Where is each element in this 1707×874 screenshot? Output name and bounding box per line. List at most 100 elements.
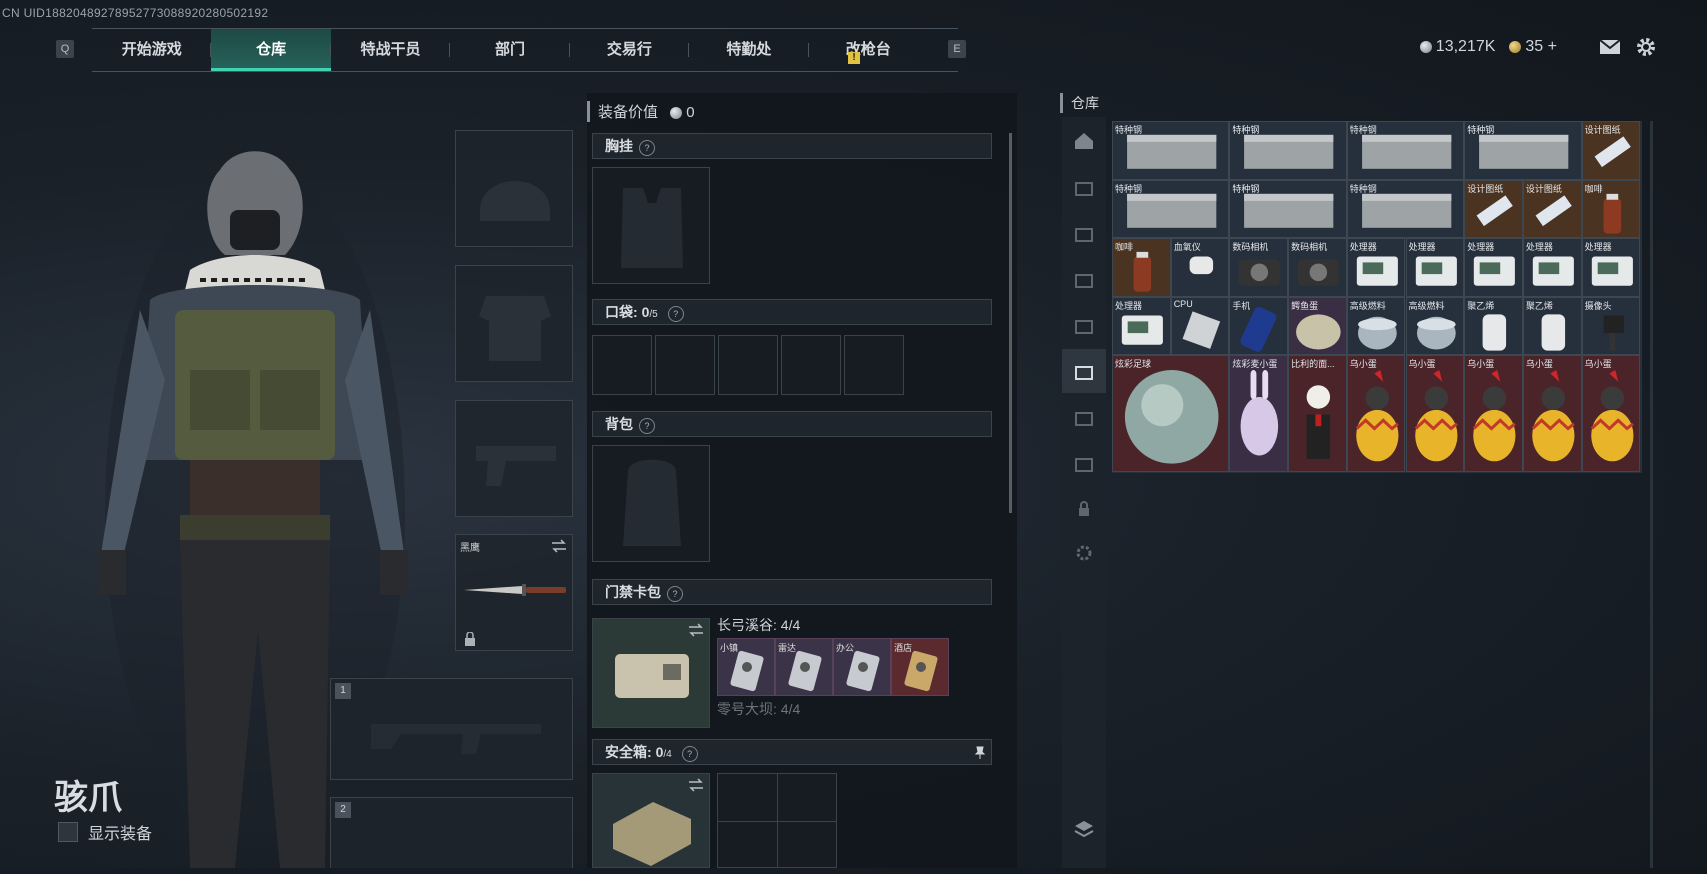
- coffee-icon: [1133, 251, 1152, 292]
- pocket-slot[interactable]: [655, 335, 715, 395]
- primary-weapon-slot-1[interactable]: 1: [330, 678, 573, 780]
- warehouse-item-rooster[interactable]: 乌小蛋: [1405, 355, 1465, 472]
- side-tab-active[interactable]: [1062, 349, 1106, 393]
- warehouse-item-oxi[interactable]: 血氧仪: [1170, 238, 1230, 297]
- warehouse-item-device[interactable]: 处理器: [1581, 238, 1641, 297]
- warehouse-item-cam2[interactable]: 摄像头: [1581, 296, 1641, 355]
- keycard-item[interactable]: 雷达: [775, 638, 833, 696]
- warehouse-item-fuel[interactable]: 高级燃料: [1346, 296, 1406, 355]
- tab-5[interactable]: 特勤处: [689, 29, 809, 71]
- tab-0[interactable]: 开始游戏: [92, 29, 212, 71]
- lock-icon[interactable]: [1072, 497, 1096, 521]
- warehouse-item-coffee[interactable]: 咖啡: [1581, 179, 1641, 238]
- help-icon[interactable]: ?: [639, 140, 655, 156]
- pocket-slot[interactable]: [592, 335, 652, 395]
- warehouse-item-rooster[interactable]: 乌小蛋: [1581, 355, 1641, 472]
- armor-slot[interactable]: [455, 265, 573, 382]
- loadout-scrollbar[interactable]: [1009, 133, 1012, 513]
- puppet-icon: [1306, 385, 1331, 459]
- warehouse-item-cpu[interactable]: CPU: [1170, 296, 1230, 355]
- warehouse-item-blueprint[interactable]: 设计图纸: [1581, 121, 1641, 180]
- warehouse-item-camera[interactable]: 数码相机: [1229, 238, 1289, 297]
- warehouse-item-puppet[interactable]: 比利的面...: [1288, 355, 1347, 472]
- swap-icon[interactable]: [550, 539, 568, 553]
- show-equipment-checkbox[interactable]: [58, 822, 78, 842]
- primary-weapon-slot-2[interactable]: 2: [330, 797, 573, 868]
- warehouse-scrollbar[interactable]: [1650, 121, 1653, 868]
- warehouse-item-roll[interactable]: 聚乙烯: [1522, 296, 1582, 355]
- warehouse-item-device[interactable]: 处理器: [1346, 238, 1406, 297]
- key-e-hint[interactable]: E: [948, 40, 966, 58]
- pocket-slot[interactable]: [781, 335, 841, 395]
- backpack-slot[interactable]: [592, 445, 710, 562]
- warehouse-item-steel[interactable]: 特种钢: [1346, 179, 1465, 238]
- pocket-slot[interactable]: [718, 335, 778, 395]
- show-equipment-toggle[interactable]: 显示装备: [58, 820, 152, 844]
- tab-3[interactable]: 部门: [450, 29, 571, 71]
- warehouse-item-fuel[interactable]: 高级燃料: [1405, 296, 1465, 355]
- warehouse-item-steel[interactable]: 特种钢: [1229, 121, 1347, 180]
- cpu-icon: [1182, 310, 1220, 349]
- tab-2[interactable]: 特战干员: [331, 29, 451, 71]
- layers-icon[interactable]: [1072, 817, 1096, 841]
- warehouse-item-rooster[interactable]: 乌小蛋: [1464, 355, 1523, 472]
- keycard-item[interactable]: 办公: [833, 638, 891, 696]
- warehouse-item-device[interactable]: 处理器: [1405, 238, 1465, 297]
- tab-6[interactable]: 改枪台: [809, 29, 928, 71]
- warehouse-item-blueprint[interactable]: 设计图纸: [1522, 179, 1582, 238]
- key-q-hint[interactable]: Q: [56, 40, 74, 58]
- tier-iv-icon[interactable]: [1072, 221, 1096, 245]
- help-icon[interactable]: ?: [639, 418, 655, 434]
- warehouse-item-steel[interactable]: 特种钢: [1112, 121, 1230, 180]
- warehouse-item-steel[interactable]: 特种钢: [1112, 179, 1230, 238]
- warehouse-item-bunny[interactable]: 炫彩麦小蛋: [1229, 355, 1289, 472]
- warehouse-item-phone[interactable]: 手机: [1229, 296, 1289, 355]
- warehouse-item-steel[interactable]: 特种钢: [1346, 121, 1465, 180]
- tier-iv-icon[interactable]: [1072, 405, 1096, 429]
- chest-rig-slot[interactable]: [592, 167, 710, 284]
- warehouse-item-rooster[interactable]: 乌小蛋: [1522, 355, 1582, 472]
- currency-gold[interactable]: 35 +: [1509, 38, 1557, 56]
- warehouse-item-device[interactable]: 处理器: [1464, 238, 1523, 297]
- tab-1[interactable]: 仓库: [211, 29, 332, 71]
- oxi-icon: [1189, 256, 1213, 275]
- warehouse-item-roll[interactable]: 聚乙烯: [1464, 296, 1523, 355]
- warehouse-home-icon[interactable]: [1072, 129, 1096, 153]
- warehouse-item-camera[interactable]: 数码相机: [1288, 238, 1347, 297]
- tier-iv-icon[interactable]: [1072, 267, 1096, 291]
- keycard-case-slot[interactable]: [592, 618, 710, 728]
- tier-v-icon[interactable]: [1072, 175, 1096, 199]
- secure-box-grid[interactable]: [717, 773, 837, 868]
- tier-iii-icon[interactable]: [1072, 313, 1096, 337]
- warehouse-item-device[interactable]: 处理器: [1522, 238, 1582, 297]
- pin-icon[interactable]: [975, 746, 985, 760]
- keycard-item[interactable]: 酒店: [891, 638, 949, 696]
- warehouse-title: 仓库: [1060, 93, 1099, 113]
- tier-iii-icon[interactable]: [1072, 451, 1096, 475]
- secure-box-slot[interactable]: [592, 773, 710, 868]
- help-icon[interactable]: ?: [667, 306, 684, 322]
- warehouse-item-steel[interactable]: 特种钢: [1464, 121, 1582, 180]
- help-icon[interactable]: ?: [681, 746, 698, 762]
- warehouse-item-rooster[interactable]: 乌小蛋: [1346, 355, 1406, 472]
- warehouse-item-blueprint[interactable]: 设计图纸: [1464, 179, 1523, 238]
- warehouse-item-coffee[interactable]: 咖啡: [1112, 238, 1171, 297]
- mail-icon[interactable]: [1599, 38, 1621, 56]
- pistol-slot[interactable]: [455, 400, 573, 517]
- warehouse-item-egg[interactable]: 鳄鱼蛋: [1288, 296, 1347, 355]
- swap-icon[interactable]: [687, 623, 705, 637]
- currency-silver[interactable]: 13,217K: [1419, 38, 1495, 56]
- tab-4[interactable]: 交易行: [570, 29, 690, 71]
- add-currency-button[interactable]: +: [1548, 38, 1557, 55]
- help-icon[interactable]: ?: [667, 586, 683, 602]
- swap-icon[interactable]: [687, 778, 705, 792]
- gear-icon[interactable]: [1635, 36, 1657, 58]
- pocket-slot[interactable]: [844, 335, 904, 395]
- melee-slot[interactable]: 黑鹰: [455, 534, 573, 651]
- helmet-slot[interactable]: [455, 130, 573, 247]
- gear-icon[interactable]: [1072, 541, 1096, 565]
- warehouse-item-steel[interactable]: 特种钢: [1229, 179, 1347, 238]
- keycard-item[interactable]: 小镇: [717, 638, 775, 696]
- warehouse-item-ball[interactable]: 炫彩足球: [1112, 355, 1230, 472]
- warehouse-item-device[interactable]: 处理器: [1112, 296, 1171, 355]
